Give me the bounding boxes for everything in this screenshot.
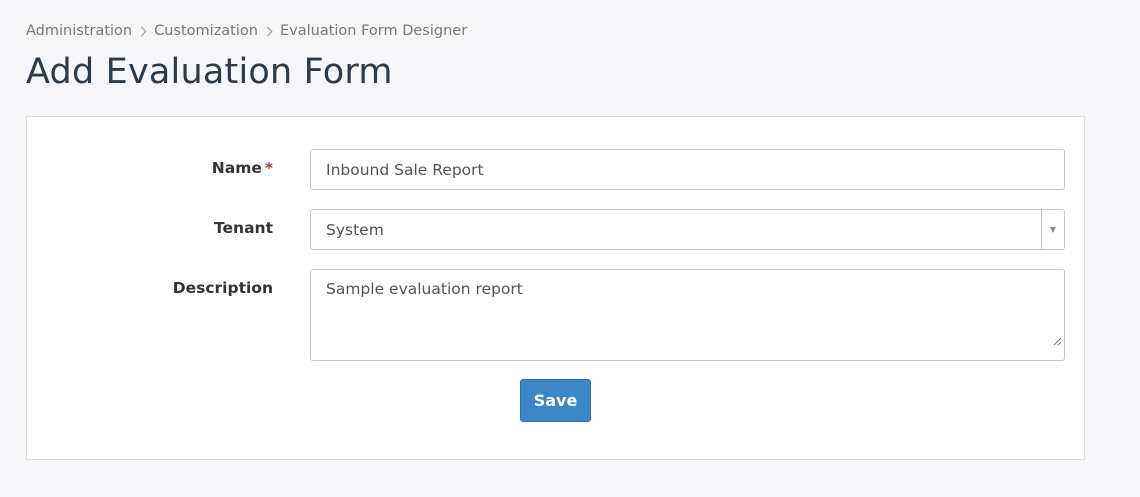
name-label: Name * [211, 159, 273, 177]
save-button[interactable]: Save [520, 379, 591, 422]
tenant-selected-value: System [326, 220, 384, 239]
page-title: Add Evaluation Form [26, 52, 393, 92]
chevron-right-icon [262, 26, 273, 36]
name-input[interactable] [310, 149, 1065, 190]
breadcrumb-item-customization[interactable]: Customization [154, 23, 258, 39]
description-label: Description [172, 279, 273, 297]
description-textarea[interactable]: Sample evaluation report [310, 269, 1065, 361]
required-marker: * [264, 159, 273, 177]
breadcrumb: Administration Customization Evaluation … [26, 21, 467, 41]
breadcrumb-item-evaluation-form-designer[interactable]: Evaluation Form Designer [280, 23, 467, 39]
dropdown-toggle[interactable] [1041, 210, 1064, 249]
chevron-right-icon [136, 26, 147, 36]
tenant-select[interactable]: System [310, 209, 1065, 250]
tenant-label: Tenant [214, 219, 273, 237]
breadcrumb-item-administration[interactable]: Administration [26, 23, 132, 39]
caret-down-icon [1050, 226, 1056, 233]
form-panel: Name* Tenant System Description Sample e… [26, 116, 1085, 460]
